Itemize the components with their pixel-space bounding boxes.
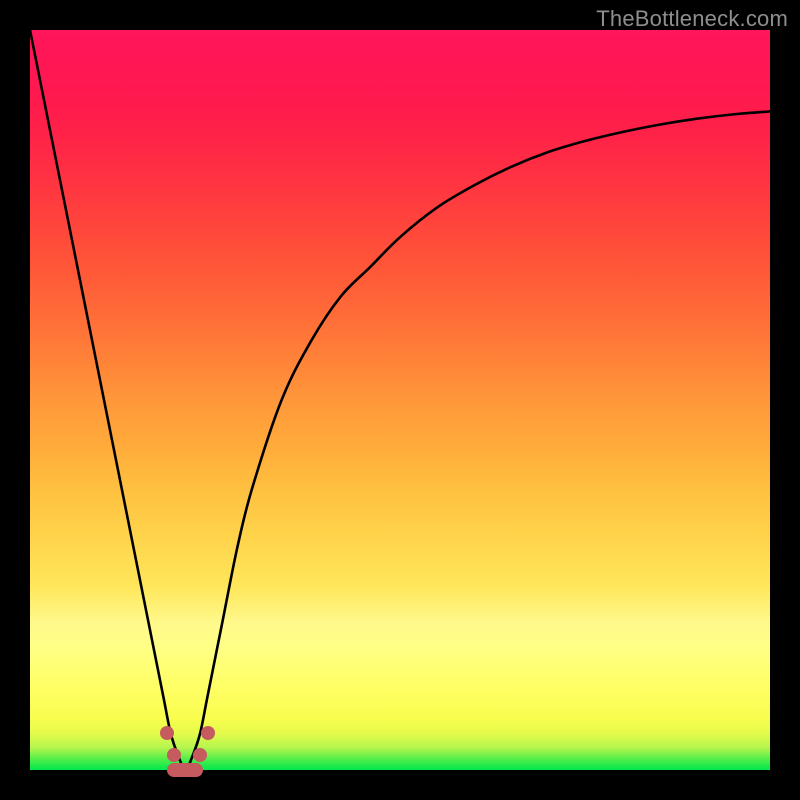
plot-area [30, 30, 770, 770]
optimum-marker [167, 763, 203, 777]
watermark-text: TheBottleneck.com [596, 6, 788, 32]
bottleneck-curve [30, 30, 770, 770]
optimum-marker-dot [201, 726, 215, 740]
chart-container: TheBottleneck.com [0, 0, 800, 800]
optimum-marker-dot [160, 726, 174, 740]
